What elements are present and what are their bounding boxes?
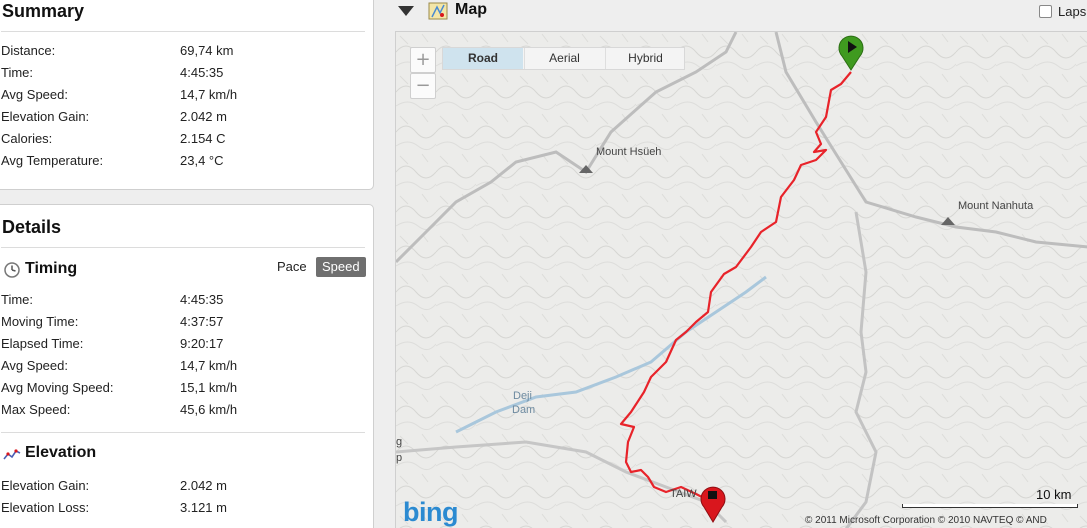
section-divider [1, 432, 365, 433]
place-label-mount-hsueh: Mount Hsüeh [596, 146, 662, 158]
timing-row-time: Time: 4:45:35 [1, 289, 361, 311]
timing-row-elapsed-time: Elapsed Time: 9:20:17 [1, 333, 361, 355]
summary-title: Summary [2, 1, 85, 21]
map-title: Map [455, 1, 487, 18]
summary-row-avg-speed: Avg Speed: 14,7 km/h [1, 84, 361, 106]
row-value: 2.154 C [180, 131, 226, 146]
elevation-chart-icon [3, 449, 21, 460]
row-value: 2.042 m [180, 109, 227, 124]
place-label-mount-nanhuta: Mount Nanhuta [958, 200, 1034, 212]
row-value: 4:45:35 [180, 292, 224, 307]
details-panel: Details Timing Pace Speed Time: 4:45:35 M… [0, 204, 374, 528]
minus-icon: − [415, 75, 431, 96]
summary-row-avg-temperature: Avg Temperature: 23,4 °C [1, 150, 361, 172]
zoom-in-button[interactable]: + [410, 47, 436, 73]
row-value: 3.121 m [180, 500, 227, 515]
timing-row-avg-moving-speed: Avg Moving Speed: 15,1 km/h [1, 377, 361, 399]
map-type-aerial-button[interactable]: Aerial [524, 48, 604, 69]
place-label-dam: Dam [512, 404, 536, 416]
edge-label: g [396, 436, 403, 448]
summary-row-elevation-gain: Elevation Gain: 2.042 m [1, 106, 361, 128]
map-canvas[interactable]: + − Road Aerial Hybrid Mount Hsüeh Mount… [395, 31, 1087, 528]
mountain-icon [579, 165, 593, 173]
row-label: Distance: [1, 43, 56, 58]
row-label: Time: [1, 65, 34, 80]
collapse-triangle-icon[interactable] [398, 6, 414, 16]
row-label: Time: [1, 292, 34, 307]
laps-checkbox[interactable] [1039, 5, 1052, 18]
elevation-row-gain: Elevation Gain: 2.042 m [1, 475, 361, 497]
row-value: 2.042 m [180, 478, 227, 493]
row-value: 23,4 °C [180, 153, 224, 168]
row-label: Elevation Gain: [1, 478, 90, 493]
place-label-deji: Deji [513, 390, 532, 402]
row-label: Avg Temperature: [1, 153, 104, 168]
place-label-taiwan: TAIW [670, 488, 697, 500]
row-value: 9:20:17 [180, 336, 224, 351]
row-value: 4:37:57 [180, 314, 224, 329]
row-value: 15,1 km/h [180, 380, 238, 395]
row-label: Calories: [1, 131, 53, 146]
map-header: Map Laps [384, 0, 1087, 24]
details-title: Details [2, 217, 62, 237]
row-label: Moving Time: [1, 314, 79, 329]
timing-heading-label: Timing [25, 260, 78, 277]
row-label: Elevation Loss: [1, 500, 90, 515]
map-type-hybrid-button[interactable]: Hybrid [605, 48, 685, 69]
row-value: 69,74 km [180, 43, 234, 58]
row-label: Avg Speed: [1, 358, 68, 373]
mountain-icon [941, 217, 955, 225]
row-value: 14,7 km/h [180, 358, 238, 373]
elevation-row-loss: Elevation Loss: 3.121 m [1, 497, 361, 519]
row-label: Elevation Gain: [1, 109, 90, 124]
row-label: Avg Speed: [1, 87, 68, 102]
elevation-heading-label: Elevation [25, 444, 97, 461]
map-type-selector: Road Aerial Hybrid [442, 47, 685, 70]
plus-icon: + [415, 49, 431, 70]
scale-label: 10 km [1036, 487, 1072, 502]
summary-row-time: Time: 4:45:35 [1, 62, 361, 84]
clock-icon [4, 262, 20, 278]
summary-panel: Summary Distance: 69,74 km Time: 4:45:35 A… [0, 0, 374, 190]
details-divider [1, 247, 365, 248]
speed-toggle-button[interactable]: Speed [316, 257, 366, 277]
edge-label: p [396, 452, 403, 464]
map-copyright: © 2011 Microsoft Corporation © 2010 NAVT… [805, 515, 1047, 526]
summary-row-distance: Distance: 69,74 km [1, 40, 361, 62]
row-value: 14,7 km/h [180, 87, 238, 102]
timing-row-moving-time: Moving Time: 4:37:57 [1, 311, 361, 333]
map-terrain [396, 32, 1087, 528]
row-value: 4:45:35 [180, 65, 224, 80]
row-label: Max Speed: [1, 402, 71, 417]
bing-logo: bing [403, 497, 458, 527]
timing-row-avg-speed: Avg Speed: 14,7 km/h [1, 355, 361, 377]
timing-row-max-speed: Max Speed: 45,6 km/h [1, 399, 361, 421]
summary-row-calories: Calories: 2.154 C [1, 128, 361, 150]
pace-toggle-button[interactable]: Pace [271, 257, 313, 277]
map-type-road-button[interactable]: Road [443, 48, 523, 69]
zoom-out-button[interactable]: − [410, 73, 436, 99]
row-label: Avg Moving Speed: [1, 380, 114, 395]
row-label: Elapsed Time: [1, 336, 84, 351]
scale-bar [902, 504, 1078, 508]
summary-divider [1, 31, 365, 32]
laps-label: Laps [1058, 4, 1087, 19]
map-icon [428, 2, 448, 20]
row-value: 45,6 km/h [180, 402, 238, 417]
